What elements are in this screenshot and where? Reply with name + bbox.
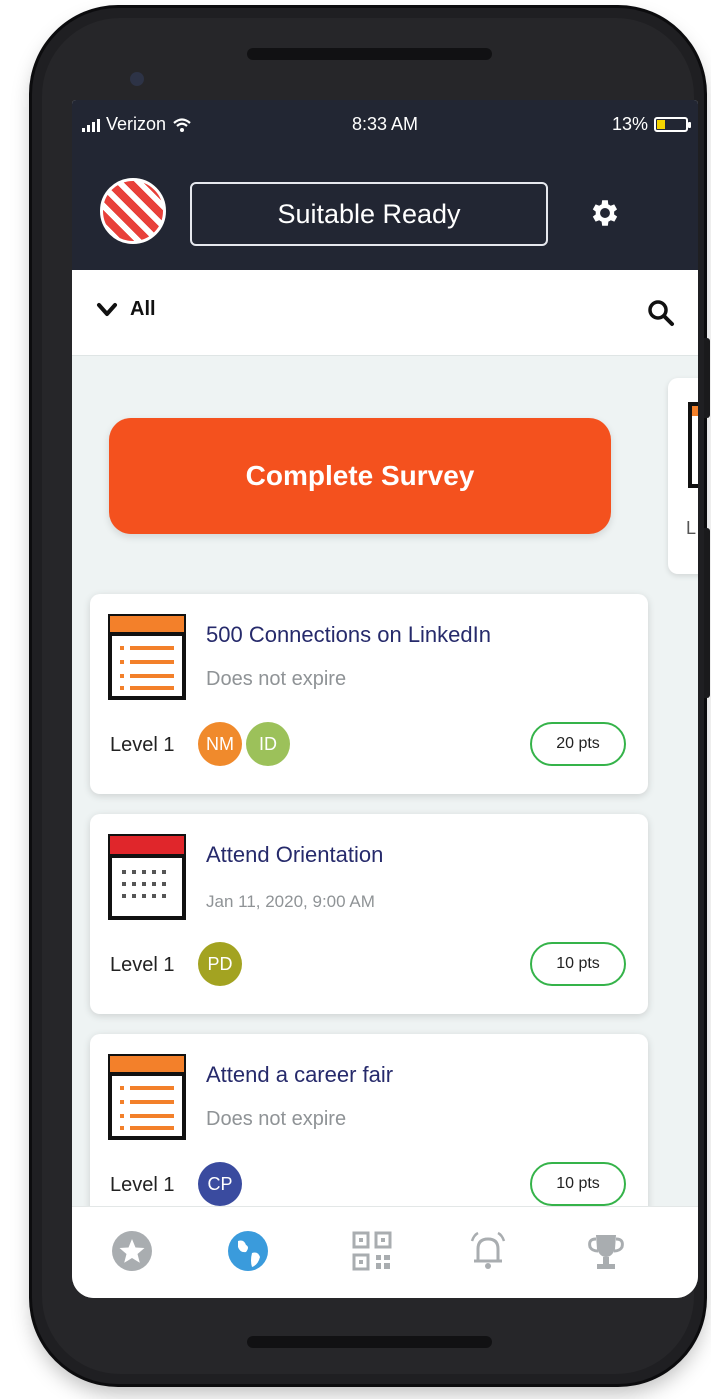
top-speaker	[247, 48, 492, 60]
battery-icon	[654, 117, 691, 132]
star-icon	[112, 1231, 152, 1271]
card-title: 500 Connections on LinkedIn	[206, 622, 491, 647]
participant-avatars: NM ID	[198, 722, 290, 766]
carousel-peek-card[interactable]: L	[668, 378, 698, 574]
points-badge: 20 pts	[530, 722, 626, 766]
globe-icon	[228, 1231, 268, 1271]
card-title: Attend a career fair	[206, 1062, 394, 1087]
avatar[interactable]: NM	[198, 722, 242, 766]
filter-bar: All	[72, 270, 698, 356]
battery-percent: 13%	[611, 114, 648, 134]
peek-label: L	[686, 518, 697, 538]
app-header: Verizon 8:33 AM 13% Suitable Ready	[72, 100, 698, 270]
participant-avatars: PD	[198, 942, 242, 986]
task-card[interactable]: Attend Orientation Jan 11, 2020, 9:00 AM…	[90, 814, 648, 1014]
points-badge: 10 pts	[530, 1162, 626, 1206]
card-title: Attend Orientation	[206, 842, 384, 867]
volume-button	[704, 528, 710, 698]
gear-icon[interactable]	[588, 196, 622, 230]
qr-code-icon	[352, 1231, 392, 1271]
filter-selected: All	[130, 298, 156, 320]
peek-thumbnail	[688, 402, 698, 488]
power-button	[704, 338, 710, 418]
front-camera	[130, 72, 144, 86]
bottom-speaker	[247, 1336, 492, 1348]
clock: 8:33 AM	[351, 114, 419, 134]
status-bar: Verizon 8:33 AM 13%	[72, 100, 698, 152]
avatar[interactable]: ID	[246, 722, 290, 766]
bottom-navigation	[72, 1206, 698, 1298]
points-badge: 10 pts	[530, 942, 626, 986]
phone-frame: Verizon 8:33 AM 13% Suitable Ready All L…	[32, 8, 710, 1384]
header-title[interactable]: Suitable Ready	[190, 182, 548, 246]
list-document-icon	[108, 614, 186, 700]
app-screen: Verizon 8:33 AM 13% Suitable Ready All L…	[72, 100, 698, 1298]
card-subtitle: Jan 11, 2020, 9:00 AM	[206, 892, 375, 911]
task-card[interactable]: 500 Connections on LinkedIn Does not exp…	[90, 594, 648, 794]
chevron-down-icon	[97, 302, 117, 316]
level-label: Level 1	[110, 1174, 175, 1196]
card-subtitle: Does not expire	[206, 1108, 347, 1130]
search-icon[interactable]	[646, 298, 676, 328]
nav-item-scan[interactable]	[348, 1227, 396, 1275]
nav-item-rewards[interactable]	[582, 1227, 630, 1275]
bell-icon	[470, 1231, 506, 1269]
trophy-icon	[588, 1235, 624, 1269]
avatar[interactable]: PD	[198, 942, 242, 986]
battery-level	[657, 120, 665, 129]
app-logo[interactable]	[100, 178, 166, 244]
level-label: Level 1	[110, 954, 175, 976]
complete-survey-button[interactable]: Complete Survey	[109, 418, 611, 534]
nav-item-notifications[interactable]	[464, 1227, 512, 1275]
level-label: Level 1	[110, 734, 175, 756]
card-subtitle: Does not expire	[206, 668, 347, 690]
task-card[interactable]: Attend a career fair Does not expire Lev…	[90, 1034, 648, 1234]
nav-item-favorites[interactable]	[108, 1227, 156, 1275]
calendar-icon	[108, 834, 186, 920]
list-document-icon	[108, 1054, 186, 1140]
filter-dropdown[interactable]: All	[96, 298, 156, 321]
nav-item-explore[interactable]	[224, 1227, 272, 1275]
participant-avatars: CP	[198, 1162, 242, 1206]
avatar[interactable]: CP	[198, 1162, 242, 1206]
